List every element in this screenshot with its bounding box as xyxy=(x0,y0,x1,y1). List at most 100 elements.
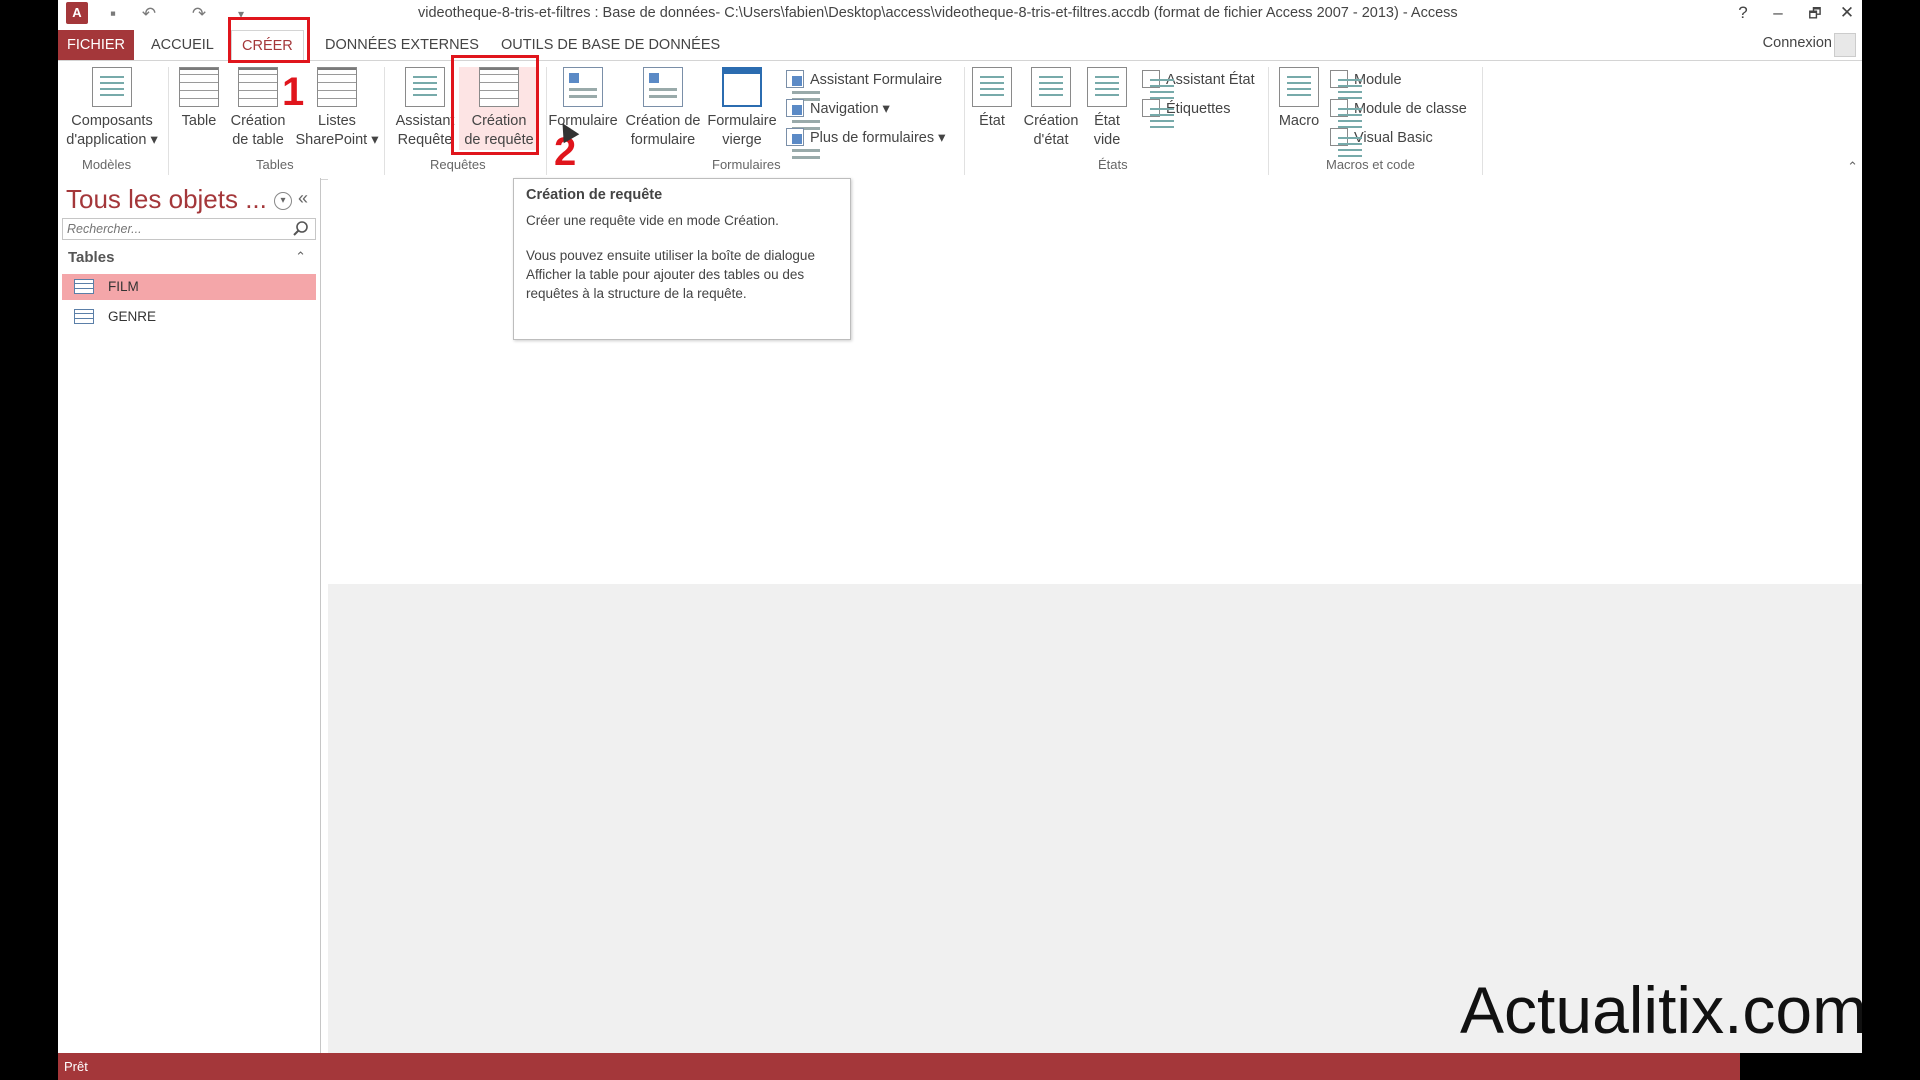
access-window: A ▪ ↶ ↷ ▾ videotheque-8-tris-et-filtres … xyxy=(58,0,1862,1080)
nav-group-header[interactable]: Tables ⌃ xyxy=(62,246,316,270)
access-app-icon[interactable]: A xyxy=(66,2,88,24)
connexion-link[interactable]: Connexion xyxy=(1763,35,1832,51)
table-button[interactable]: Table xyxy=(174,67,224,131)
navigation-label: Navigation ▾ xyxy=(810,101,890,117)
creation-formulaire-button[interactable]: Création de formulaire xyxy=(622,67,704,150)
class-module-icon xyxy=(1330,99,1362,117)
visual-basic-label: Visual Basic xyxy=(1354,130,1433,146)
formulaire-vierge-button[interactable]: Formulaire vierge xyxy=(704,67,780,150)
more-forms-icon xyxy=(786,128,820,152)
composants-label-1: Composants xyxy=(71,113,153,129)
tooltip-title: Création de requête xyxy=(526,187,663,203)
creation-table-label-1: Création xyxy=(230,113,286,129)
table-label: Table xyxy=(181,113,217,129)
group-label-etats: États xyxy=(1098,157,1128,172)
title-bar: A ▪ ↶ ↷ ▾ videotheque-8-tris-et-filtres … xyxy=(58,0,1862,30)
nav-item-genre[interactable]: GENRE xyxy=(62,304,316,330)
visual-basic-button[interactable]: Visual Basic xyxy=(1330,127,1433,149)
macro-icon xyxy=(1279,67,1319,107)
avatar[interactable] xyxy=(1834,33,1856,57)
redo-icon[interactable]: ↷ xyxy=(188,3,210,25)
close-icon[interactable]: ✕ xyxy=(1830,0,1862,26)
assistant-etat-button[interactable]: Assistant État xyxy=(1142,69,1255,91)
module-classe-button[interactable]: Module de classe xyxy=(1330,98,1467,120)
nav-pane-collapse-icon[interactable]: « xyxy=(298,188,308,209)
formulaire-vierge-label-2: vierge xyxy=(722,132,762,148)
blank-report-icon xyxy=(1087,67,1127,107)
help-icon[interactable]: ? xyxy=(1726,0,1760,26)
sharepoint-lists-icon xyxy=(317,67,357,107)
creation-etat-label-1: Création xyxy=(1023,113,1079,129)
window-title: videotheque-8-tris-et-filtres : Base de … xyxy=(418,5,1458,21)
query-wizard-icon xyxy=(405,67,445,107)
creation-etat-button[interactable]: Création d'état xyxy=(1020,67,1082,150)
table-icon xyxy=(74,309,94,324)
assistant-formulaire-button[interactable]: Assistant Formulaire xyxy=(786,69,942,94)
group-separator xyxy=(168,67,169,175)
table-icon xyxy=(74,279,94,294)
nav-item-film[interactable]: FILM xyxy=(62,274,316,300)
creation-formulaire-label-1: Création de xyxy=(625,113,701,129)
watermark: Actualitix.com xyxy=(1460,973,1862,1047)
navigation-button[interactable]: Navigation ▾ xyxy=(786,98,890,123)
form-wizard-icon xyxy=(786,70,820,94)
etat-vide-label-1: État xyxy=(1094,113,1120,129)
macro-button[interactable]: Macro xyxy=(1274,67,1324,131)
plus-formulaires-label: Plus de formulaires ▾ xyxy=(810,130,946,146)
creation-table-button[interactable]: Création de table xyxy=(228,67,288,150)
etat-vide-label-2: vide xyxy=(1093,132,1121,148)
search-icon[interactable] xyxy=(292,220,310,238)
module-button[interactable]: Module xyxy=(1330,69,1402,91)
tab-fichier[interactable]: FICHIER xyxy=(58,30,134,60)
composants-button[interactable]: Composants d'application ▾ xyxy=(62,67,162,150)
status-bar: Prêt xyxy=(58,1053,1862,1080)
macro-label: Macro xyxy=(1278,113,1320,129)
highlight-box-creation-requete xyxy=(451,55,539,155)
etiquettes-button[interactable]: Étiquettes xyxy=(1142,98,1231,120)
formulaire-vierge-label-1: Formulaire xyxy=(707,113,777,129)
navigation-form-icon xyxy=(786,99,820,123)
group-label-requetes: Requêtes xyxy=(430,157,486,172)
ribbon: Composants d'application ▾ Modèles Table… xyxy=(58,60,1862,180)
etat-vide-button[interactable]: État vide xyxy=(1086,67,1128,150)
creation-etat-label-2: d'état xyxy=(1033,132,1069,148)
undo-icon[interactable]: ↶ xyxy=(138,3,160,25)
report-icon xyxy=(972,67,1012,107)
listes-label-2: SharePoint ▾ xyxy=(295,132,379,148)
listes-label-1: Listes xyxy=(318,113,356,129)
assistant-requete-label-2: Requête xyxy=(397,132,453,148)
save-icon[interactable]: ▪ xyxy=(102,3,124,25)
etat-button[interactable]: État xyxy=(970,67,1014,131)
assistant-requete-button[interactable]: Assistant Requête xyxy=(390,67,460,150)
group-label-formulaires: Formulaires xyxy=(712,157,781,172)
status-label: Prêt xyxy=(64,1059,88,1074)
tooltip-line-1: Créer une requête vide en mode Création. xyxy=(526,213,779,228)
listes-sharepoint-button[interactable]: Listes SharePoint ▾ xyxy=(292,67,382,150)
nav-pane-title[interactable]: Tous les objets ... xyxy=(66,184,267,215)
tab-accueil[interactable]: ACCUEIL xyxy=(141,30,224,60)
nav-pane-dropdown-icon[interactable]: ▾ xyxy=(274,192,292,210)
form-icon xyxy=(563,67,603,107)
collapse-ribbon-icon[interactable]: ⌃ xyxy=(1847,159,1858,175)
chevron-up-icon[interactable]: ⌃ xyxy=(295,249,306,265)
application-parts-icon xyxy=(92,67,132,107)
group-separator xyxy=(964,67,965,175)
plus-formulaires-button[interactable]: Plus de formulaires ▾ xyxy=(786,127,946,152)
report-wizard-icon xyxy=(1142,70,1174,88)
search-input[interactable] xyxy=(65,219,289,239)
minimize-icon[interactable]: – xyxy=(1761,0,1795,26)
tooltip: Création de requête Créer une requête vi… xyxy=(513,178,851,340)
group-separator xyxy=(1268,67,1269,175)
navigation-pane: Tous les objets ... ▾ « Tables ⌃ FILM GE… xyxy=(58,178,321,1053)
search-box[interactable] xyxy=(62,218,316,240)
nav-group-label: Tables xyxy=(68,249,115,266)
form-design-icon xyxy=(643,67,683,107)
status-bar-dark-area xyxy=(1740,1053,1862,1080)
creation-formulaire-label-2: formulaire xyxy=(630,132,696,148)
table-icon xyxy=(179,67,219,107)
formulaire-button[interactable]: Formulaire xyxy=(544,67,622,131)
group-label-tables: Tables xyxy=(256,157,294,172)
assistant-etat-label: Assistant État xyxy=(1166,72,1255,88)
restore-icon[interactable]: 🗗 xyxy=(1798,0,1832,26)
ribbon-tabs: FICHIER ACCUEIL CRÉER DONNÉES EXTERNES O… xyxy=(58,30,1862,61)
